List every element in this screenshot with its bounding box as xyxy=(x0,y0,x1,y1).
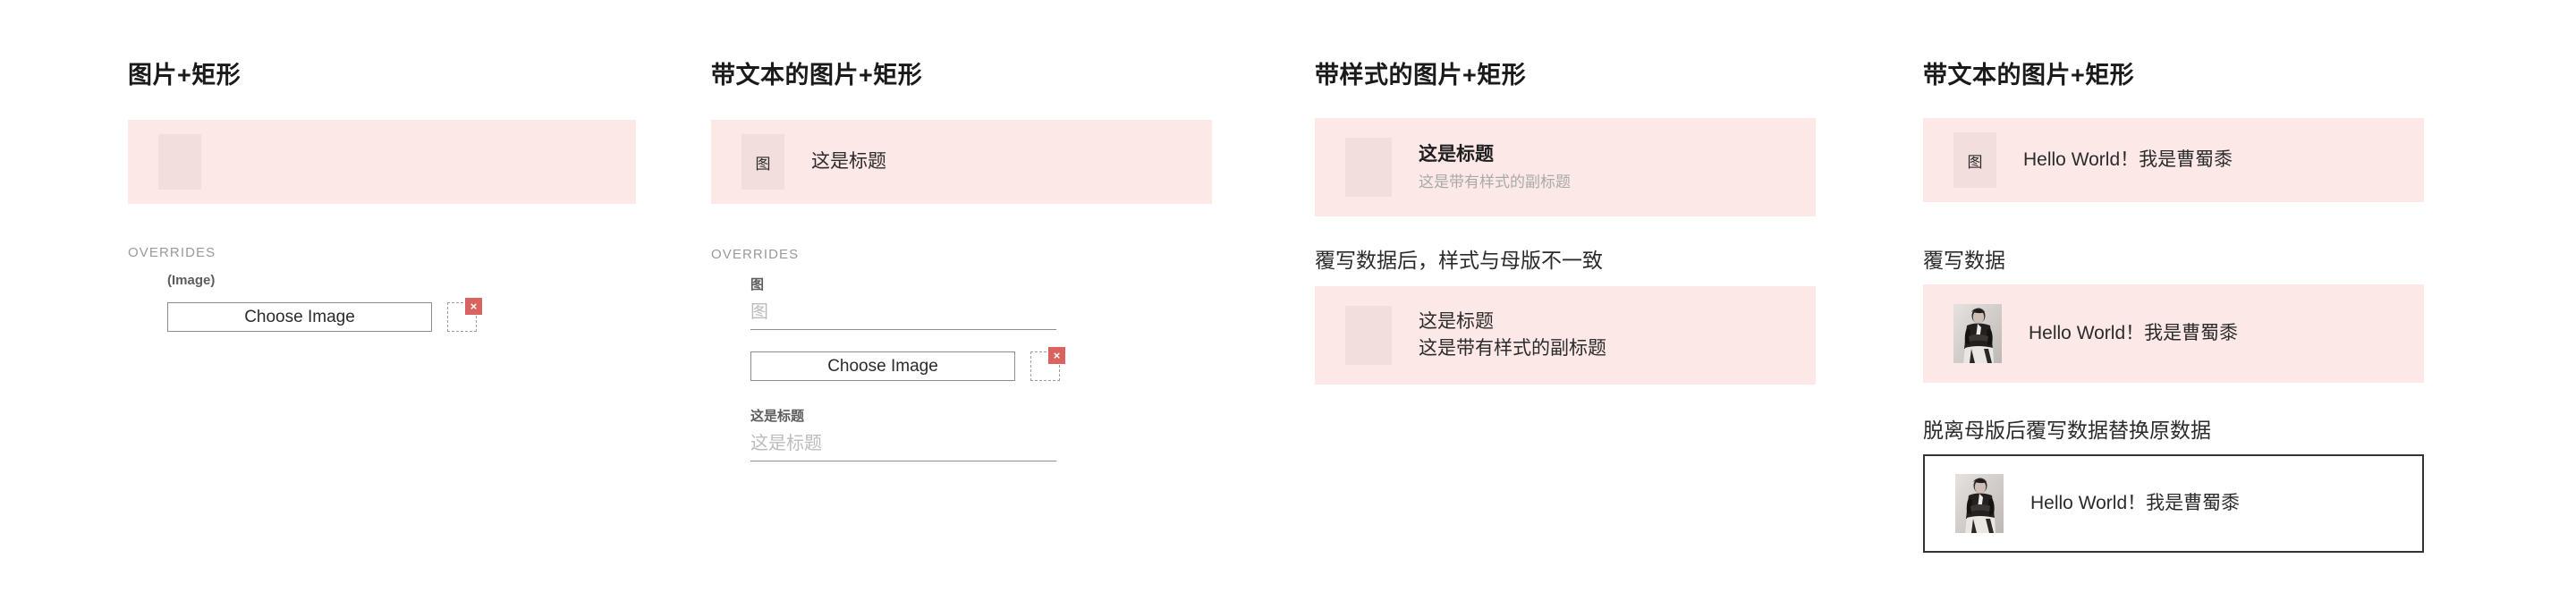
image-placeholder-icon xyxy=(1345,138,1392,197)
card-image-rect-text[interactable]: 图 这是标题 xyxy=(711,120,1212,204)
image-thumbnail-slot[interactable]: × xyxy=(1030,347,1065,381)
avatar xyxy=(1953,304,2002,363)
design-spec-board: 图片+矩形 OVERRIDES (Image) Choose Image × 带… xyxy=(0,0,2576,601)
overrides-section-title: OVERRIDES xyxy=(128,245,216,260)
card-title: 这是标题 xyxy=(1419,143,1494,165)
choose-image-button[interactable]: Choose Image xyxy=(750,351,1015,381)
close-icon[interactable]: × xyxy=(1048,347,1065,364)
card-title: 这是标题 xyxy=(811,150,886,172)
column-3-heading: 带样式的图片+矩形 xyxy=(1315,62,1527,89)
choose-image-row: Choose Image × xyxy=(750,347,1065,381)
card-master[interactable]: 图 Hello World！我是曹蜀黍 xyxy=(1923,118,2424,202)
card-title: Hello World！我是曹蜀黍 xyxy=(2023,148,2233,170)
card-title: 这是标题 xyxy=(1419,310,1494,332)
card-title: Hello World！我是曹蜀黍 xyxy=(2030,492,2241,513)
card-detached[interactable]: Hello World！我是曹蜀黍 xyxy=(1923,454,2424,553)
card-subtitle: 这是带有样式的副标题 xyxy=(1419,173,1571,190)
note-override-data: 覆写数据 xyxy=(1923,249,2005,272)
image-placeholder-icon: 图 xyxy=(741,134,784,190)
column-2-heading: 带文本的图片+矩形 xyxy=(711,62,923,89)
choose-image-button[interactable]: Choose Image xyxy=(167,302,432,332)
overrides-panel: 图 Choose Image × 这是标题 xyxy=(750,275,1065,461)
image-field-label: (Image) xyxy=(167,273,216,288)
avatar xyxy=(1955,474,2004,533)
choose-image-row: Choose Image × xyxy=(167,298,482,332)
overrides-section-title: OVERRIDES xyxy=(711,247,800,262)
card-text-block: 这是标题 这是带有样式的副标题 xyxy=(1419,141,1571,194)
card-text-block: Hello World！我是曹蜀黍 xyxy=(2030,491,2240,516)
card-text-block: Hello World！我是曹蜀黍 xyxy=(2023,148,2233,173)
title-field-input[interactable] xyxy=(750,430,1056,461)
card-image-rect[interactable] xyxy=(128,120,636,204)
card-styled[interactable]: 这是标题 这是带有样式的副标题 xyxy=(1315,118,1816,216)
overrides-panel: (Image) Choose Image × xyxy=(167,273,482,332)
image-field-label: 图 xyxy=(750,277,765,292)
card-overridden[interactable]: Hello World！我是曹蜀黍 xyxy=(1923,284,2424,383)
column-4-heading: 带文本的图片+矩形 xyxy=(1923,62,2135,89)
image-placeholder-icon xyxy=(158,134,201,190)
card-text-block: 这是标题 xyxy=(811,149,886,174)
column-1-heading: 图片+矩形 xyxy=(128,62,242,89)
card-text-block: 这是标题 这是带有样式的副标题 xyxy=(1419,309,1606,363)
note-detached-master: 脱离母版后覆写数据替换原数据 xyxy=(1923,419,2211,442)
card-title: Hello World！我是曹蜀黍 xyxy=(2029,322,2239,343)
card-subtitle: 这是带有样式的副标题 xyxy=(1419,338,1606,359)
image-thumbnail-slot[interactable]: × xyxy=(447,298,482,332)
image-placeholder-icon xyxy=(1345,306,1392,365)
title-field-label: 这是标题 xyxy=(750,409,805,424)
image-field-input[interactable] xyxy=(750,299,1056,330)
card-text-block: Hello World！我是曹蜀黍 xyxy=(2029,321,2238,346)
card-flat-overridden[interactable]: 这是标题 这是带有样式的副标题 xyxy=(1315,286,1816,385)
image-placeholder-icon: 图 xyxy=(1953,132,1996,188)
close-icon[interactable]: × xyxy=(465,298,482,315)
note-style-mismatch: 覆写数据后，样式与母版不一致 xyxy=(1315,249,1603,272)
